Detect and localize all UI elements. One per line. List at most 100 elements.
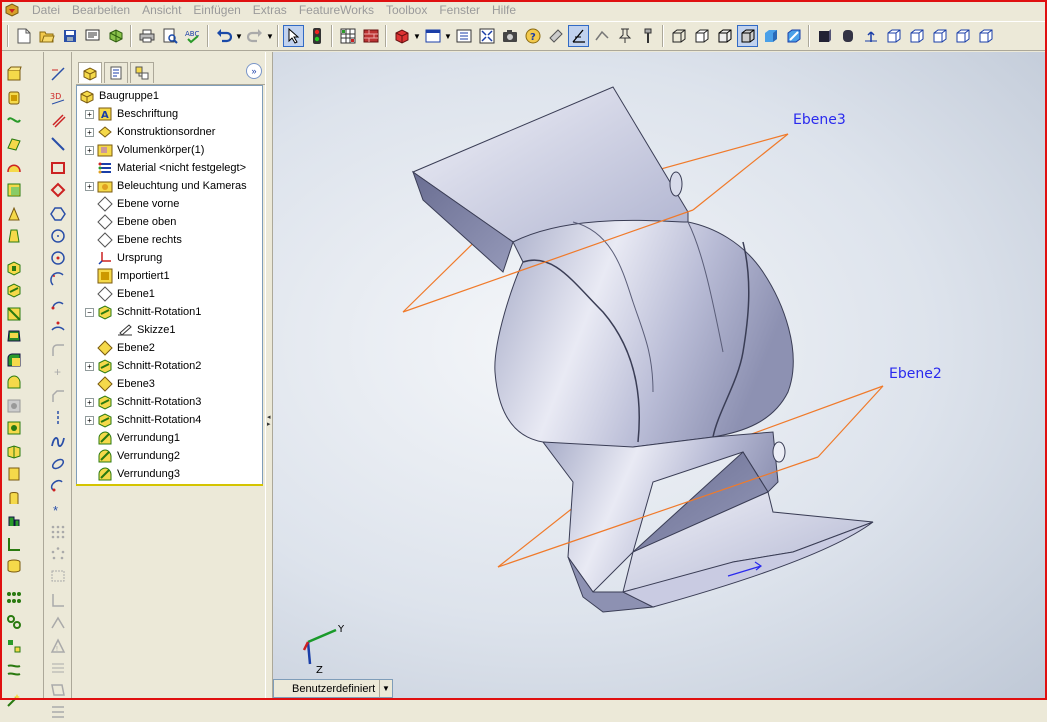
tree-item[interactable]: + Beleuchtung und Kameras bbox=[77, 177, 247, 195]
spell-check-icon[interactable]: ABC bbox=[182, 25, 203, 47]
draft-icon[interactable] bbox=[4, 226, 24, 246]
expand-icon[interactable]: + bbox=[85, 181, 94, 191]
move-entities-icon[interactable] bbox=[48, 680, 68, 700]
sketch-driven-pattern-icon[interactable] bbox=[4, 660, 24, 680]
camera-icon[interactable] bbox=[499, 25, 520, 47]
tree-item[interactable]: Ebene oben bbox=[77, 213, 176, 231]
shell-icon[interactable] bbox=[4, 180, 24, 200]
dimension-icon[interactable] bbox=[568, 25, 589, 47]
sketch-icon[interactable] bbox=[48, 64, 68, 84]
menu-bearbeiten[interactable]: Bearbeiten bbox=[66, 0, 136, 20]
wrap-icon[interactable] bbox=[4, 488, 24, 508]
document-properties-icon[interactable] bbox=[82, 25, 103, 47]
expand-icon[interactable]: + bbox=[85, 109, 94, 119]
new-document-icon[interactable] bbox=[13, 25, 34, 47]
tree-item[interactable]: Verrundung3 bbox=[77, 465, 180, 483]
point-icon[interactable]: * bbox=[48, 500, 68, 520]
window-dropdown-icon[interactable]: ▼ bbox=[444, 25, 452, 47]
dome-icon[interactable] bbox=[4, 418, 24, 438]
circular-sketch-pattern-icon[interactable] bbox=[48, 544, 68, 564]
menu-hilfe[interactable]: Hilfe bbox=[486, 0, 522, 20]
rotate-entities-icon[interactable] bbox=[48, 702, 68, 722]
tree-item[interactable]: Baugruppe1 bbox=[77, 87, 159, 105]
collapse-icon[interactable]: − bbox=[85, 307, 94, 317]
parts-library-icon[interactable] bbox=[105, 25, 126, 47]
print-icon[interactable] bbox=[136, 25, 157, 47]
mirror-entities-icon[interactable] bbox=[48, 658, 68, 678]
featuremanager-tab[interactable] bbox=[78, 62, 102, 83]
tree-item[interactable]: + Schnitt-Rotation2 bbox=[77, 357, 201, 375]
expand-icon[interactable]: + bbox=[85, 397, 94, 407]
double-chevron-right-icon[interactable]: » bbox=[246, 63, 262, 79]
line-icon[interactable] bbox=[48, 134, 68, 154]
circle-icon[interactable] bbox=[48, 226, 68, 246]
window-icon[interactable] bbox=[422, 25, 443, 47]
tree-item[interactable]: + A Beschriftung bbox=[77, 105, 178, 123]
scale-icon[interactable] bbox=[4, 510, 24, 530]
expand-icon[interactable]: + bbox=[85, 415, 94, 425]
hole-wizard-icon[interactable] bbox=[4, 396, 24, 416]
tree-item[interactable]: Verrundung1 bbox=[77, 429, 180, 447]
help-icon[interactable]: ? bbox=[522, 25, 543, 47]
sketch-chamfer-icon[interactable] bbox=[48, 386, 68, 406]
plane-label-ebene2[interactable]: Ebene2 bbox=[889, 366, 942, 382]
menu-datei[interactable]: Datei bbox=[26, 0, 66, 20]
view-section-icon[interactable] bbox=[783, 25, 804, 47]
3d-sketch-icon[interactable]: 3D bbox=[48, 88, 68, 108]
linear-sketch-pattern-icon[interactable] bbox=[48, 522, 68, 542]
menu-featureworks[interactable]: FeatureWorks bbox=[293, 0, 380, 20]
open-icon[interactable] bbox=[36, 25, 57, 47]
split-line-icon[interactable] bbox=[4, 588, 24, 608]
view-wireframe-icon[interactable] bbox=[668, 25, 689, 47]
view-shaded-edges-icon[interactable] bbox=[737, 25, 758, 47]
view-selector[interactable]: Benutzerdefiniert ▼ bbox=[273, 679, 393, 698]
smart-dimension-icon[interactable] bbox=[48, 110, 68, 130]
view-orientation-icon[interactable] bbox=[860, 25, 881, 47]
extend-icon[interactable]: ! bbox=[48, 636, 68, 656]
menu-toolbox[interactable]: Toolbox bbox=[380, 0, 433, 20]
pane-splitter[interactable]: ◂ ▸ bbox=[265, 52, 273, 700]
tree-item[interactable]: + Volumenkörper(1) bbox=[77, 141, 204, 159]
tree-item[interactable]: Importiert1 bbox=[77, 267, 170, 285]
select-icon[interactable] bbox=[283, 25, 304, 47]
reference-plane-icon[interactable] bbox=[4, 534, 24, 554]
grid-icon[interactable] bbox=[337, 25, 358, 47]
centerpoint-arc-icon[interactable] bbox=[48, 270, 68, 290]
rib-icon[interactable] bbox=[4, 204, 24, 224]
loft-icon[interactable] bbox=[4, 134, 24, 154]
cut-loft-icon[interactable] bbox=[4, 326, 24, 346]
menu-einfuegen[interactable]: Einfügen bbox=[187, 0, 246, 20]
menu-fenster[interactable]: Fenster bbox=[433, 0, 486, 20]
sketch-fillet-icon[interactable] bbox=[48, 340, 68, 360]
tool-icon[interactable] bbox=[637, 25, 658, 47]
linear-pattern-icon[interactable] bbox=[4, 464, 24, 484]
view-hidden-lines-icon[interactable] bbox=[691, 25, 712, 47]
expand-icon[interactable]: + bbox=[85, 127, 94, 137]
mirror-icon[interactable] bbox=[4, 442, 24, 462]
view-front-shaded-icon[interactable] bbox=[814, 25, 835, 47]
tree-item[interactable]: Ebene3 bbox=[77, 375, 155, 393]
tree-item[interactable]: Material <nicht festgelegt> bbox=[77, 159, 246, 177]
cut-extrude-icon[interactable] bbox=[4, 258, 24, 278]
view-display-icon[interactable] bbox=[837, 25, 858, 47]
view-left-icon[interactable] bbox=[929, 25, 950, 47]
pin-icon[interactable] bbox=[614, 25, 635, 47]
zoom-fit-icon[interactable] bbox=[476, 25, 497, 47]
tree-item[interactable]: Ebene2 bbox=[77, 339, 155, 357]
propertymanager-tab[interactable] bbox=[104, 62, 128, 83]
tree-rollback-bar[interactable] bbox=[76, 484, 263, 486]
tree-item[interactable]: Ebene vorne bbox=[77, 195, 179, 213]
list-icon[interactable] bbox=[453, 25, 474, 47]
brick-icon[interactable] bbox=[360, 25, 381, 47]
sketch-relation-icon[interactable] bbox=[591, 25, 612, 47]
configurationmanager-tab[interactable] bbox=[130, 62, 154, 83]
extruded-boss-icon[interactable] bbox=[4, 64, 24, 84]
view-right-icon[interactable] bbox=[952, 25, 973, 47]
tree-item[interactable]: + Konstruktionsordner bbox=[77, 123, 215, 141]
pattern-icon[interactable] bbox=[4, 612, 24, 632]
view-shaded-icon[interactable] bbox=[760, 25, 781, 47]
solidworks-logo-icon[interactable] bbox=[4, 2, 20, 18]
view-back-icon[interactable] bbox=[906, 25, 927, 47]
trim-icon[interactable] bbox=[48, 612, 68, 632]
3d-box-icon[interactable] bbox=[391, 25, 412, 47]
